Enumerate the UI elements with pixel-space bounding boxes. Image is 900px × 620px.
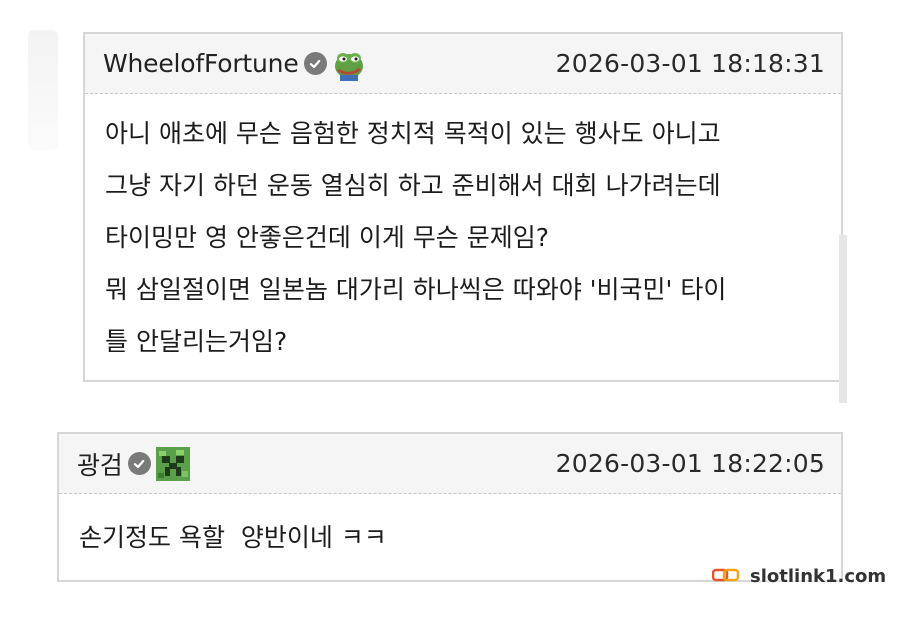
slotlink-logo-icon (711, 567, 744, 587)
comment-timestamp: 2026-03-01 18:22:05 (555, 449, 825, 478)
comment-header: 광검 2026-03-01 18:22:05 (59, 434, 841, 494)
watermark: slotlink1.com (711, 566, 887, 587)
comment-text-line: 손기정도 욕할 양반이네 ㅋㅋ (79, 523, 387, 552)
comment-author[interactable]: 광검 (77, 446, 123, 482)
comment-body: 아니 애초에 무슨 음험한 정치적 목적이 있는 행사도 아니고 그냥 자기 하… (85, 94, 841, 368)
comment-text-line: 타이밍만 영 안좋은건데 이게 무슨 문제임? (105, 223, 550, 252)
verified-check-icon (127, 452, 151, 475)
comment-author[interactable]: WheelofFortune (103, 49, 299, 78)
comment-header: WheelofFortune 2026-03-01 18:18:31 (85, 34, 841, 94)
comment-card: 광검 2026-03-01 18:22:05 손기정도 욕할 양반이네 ㅋㅋ (57, 432, 843, 582)
creeper-icon (155, 446, 190, 481)
watermark-text: slotlink1.com (750, 566, 887, 587)
comment-text-line: 그냥 자기 하던 운동 열심히 하고 준비해서 대회 나가려는데 (105, 171, 721, 200)
verified-check-icon (303, 52, 327, 75)
comment-body: 손기정도 욕할 양반이네 ㅋㅋ (59, 494, 841, 558)
comment-text-line: 틀 안달리는거임? (105, 327, 288, 356)
background-shadow (28, 30, 58, 150)
comment-card: WheelofFortune 2026-03-01 18:18:31 아니 애초… (83, 32, 843, 382)
pepe-frog-icon (332, 47, 366, 81)
comment-timestamp: 2026-03-01 18:18:31 (555, 49, 825, 78)
comment-text-line: 뭐 삼일절이면 일본놈 대가리 하나씩은 따와야 '비국민' 타이 (105, 275, 727, 304)
scrollbar[interactable] (839, 235, 847, 403)
comment-text-line: 아니 애초에 무슨 음험한 정치적 목적이 있는 행사도 아니고 (105, 119, 721, 148)
